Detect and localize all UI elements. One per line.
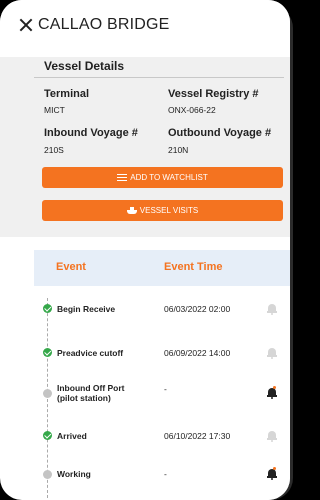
event-name: Arrived xyxy=(57,431,87,441)
vessel-visits-label: VESSEL VISITS xyxy=(139,206,199,215)
bell-icon[interactable] xyxy=(267,303,277,315)
registry-label: Vessel Registry # xyxy=(168,88,259,100)
check-icon xyxy=(43,348,52,357)
event-name-line1: Inbound Off Port xyxy=(57,383,125,393)
event-time-column-header: Event Time xyxy=(164,261,223,273)
bell-icon[interactable] xyxy=(267,386,277,399)
event-row: Arrived 06/10/2022 17:30 xyxy=(34,424,290,464)
event-time: - xyxy=(164,384,167,394)
divider xyxy=(34,77,284,78)
app-header: CALLAO BRIDGE xyxy=(0,0,290,58)
page-title: CALLAO BRIDGE xyxy=(38,16,170,33)
app-screen: CALLAO BRIDGE Vessel Details Terminal MI… xyxy=(0,0,290,500)
event-time: 06/03/2022 02:00 xyxy=(164,304,231,314)
event-row: Begin Receive 06/03/2022 02:00 xyxy=(34,296,290,336)
add-to-watchlist-label: ADD TO WATCHLIST xyxy=(130,173,208,182)
event-name: Preadvice cutoff xyxy=(57,348,124,358)
bell-icon[interactable] xyxy=(267,347,277,359)
event-name: Working xyxy=(57,469,91,479)
close-icon[interactable] xyxy=(18,17,34,33)
inbound-voyage-label: Inbound Voyage # xyxy=(44,127,138,139)
bell-icon[interactable] xyxy=(267,467,277,480)
terminal-label: Terminal xyxy=(44,88,90,100)
event-name-line2: (pilot station) xyxy=(57,393,111,403)
vessel-details-title: Vessel Details xyxy=(44,59,125,73)
bell-icon[interactable] xyxy=(267,430,277,442)
vessel-details-panel: Vessel Details Terminal MICT Vessel Regi… xyxy=(0,57,290,237)
event-time: 06/09/2022 14:00 xyxy=(164,348,231,358)
terminal-value: MICT xyxy=(44,105,65,115)
outbound-voyage-value: 210N xyxy=(168,145,189,155)
inbound-voyage-value: 210S xyxy=(44,145,64,155)
events-table: Event Event Time Begin Receive 06/03/202… xyxy=(34,250,290,500)
list-icon xyxy=(117,173,128,182)
event-row: Inbound Off Port (pilot station) - xyxy=(34,379,290,419)
event-row: Preadvice cutoff 06/09/2022 14:00 xyxy=(34,340,290,380)
pending-dot-icon xyxy=(43,470,52,479)
event-name: Begin Receive xyxy=(57,304,116,314)
outbound-voyage-label: Outbound Voyage # xyxy=(168,127,272,139)
check-icon xyxy=(43,431,52,440)
add-to-watchlist-button[interactable]: ADD TO WATCHLIST xyxy=(42,167,283,188)
pending-dot-icon xyxy=(43,389,52,398)
check-icon xyxy=(43,304,52,313)
registry-value: ONX-066-22 xyxy=(168,105,216,115)
event-time: - xyxy=(164,469,167,479)
events-table-header: Event Event Time xyxy=(34,250,290,286)
event-name: Inbound Off Port (pilot station) xyxy=(57,383,125,403)
event-row: Working - xyxy=(34,462,290,500)
ship-icon xyxy=(126,206,137,215)
event-column-header: Event xyxy=(56,261,86,273)
event-time: 06/10/2022 17:30 xyxy=(164,431,231,441)
vessel-visits-button[interactable]: VESSEL VISITS xyxy=(42,200,283,221)
